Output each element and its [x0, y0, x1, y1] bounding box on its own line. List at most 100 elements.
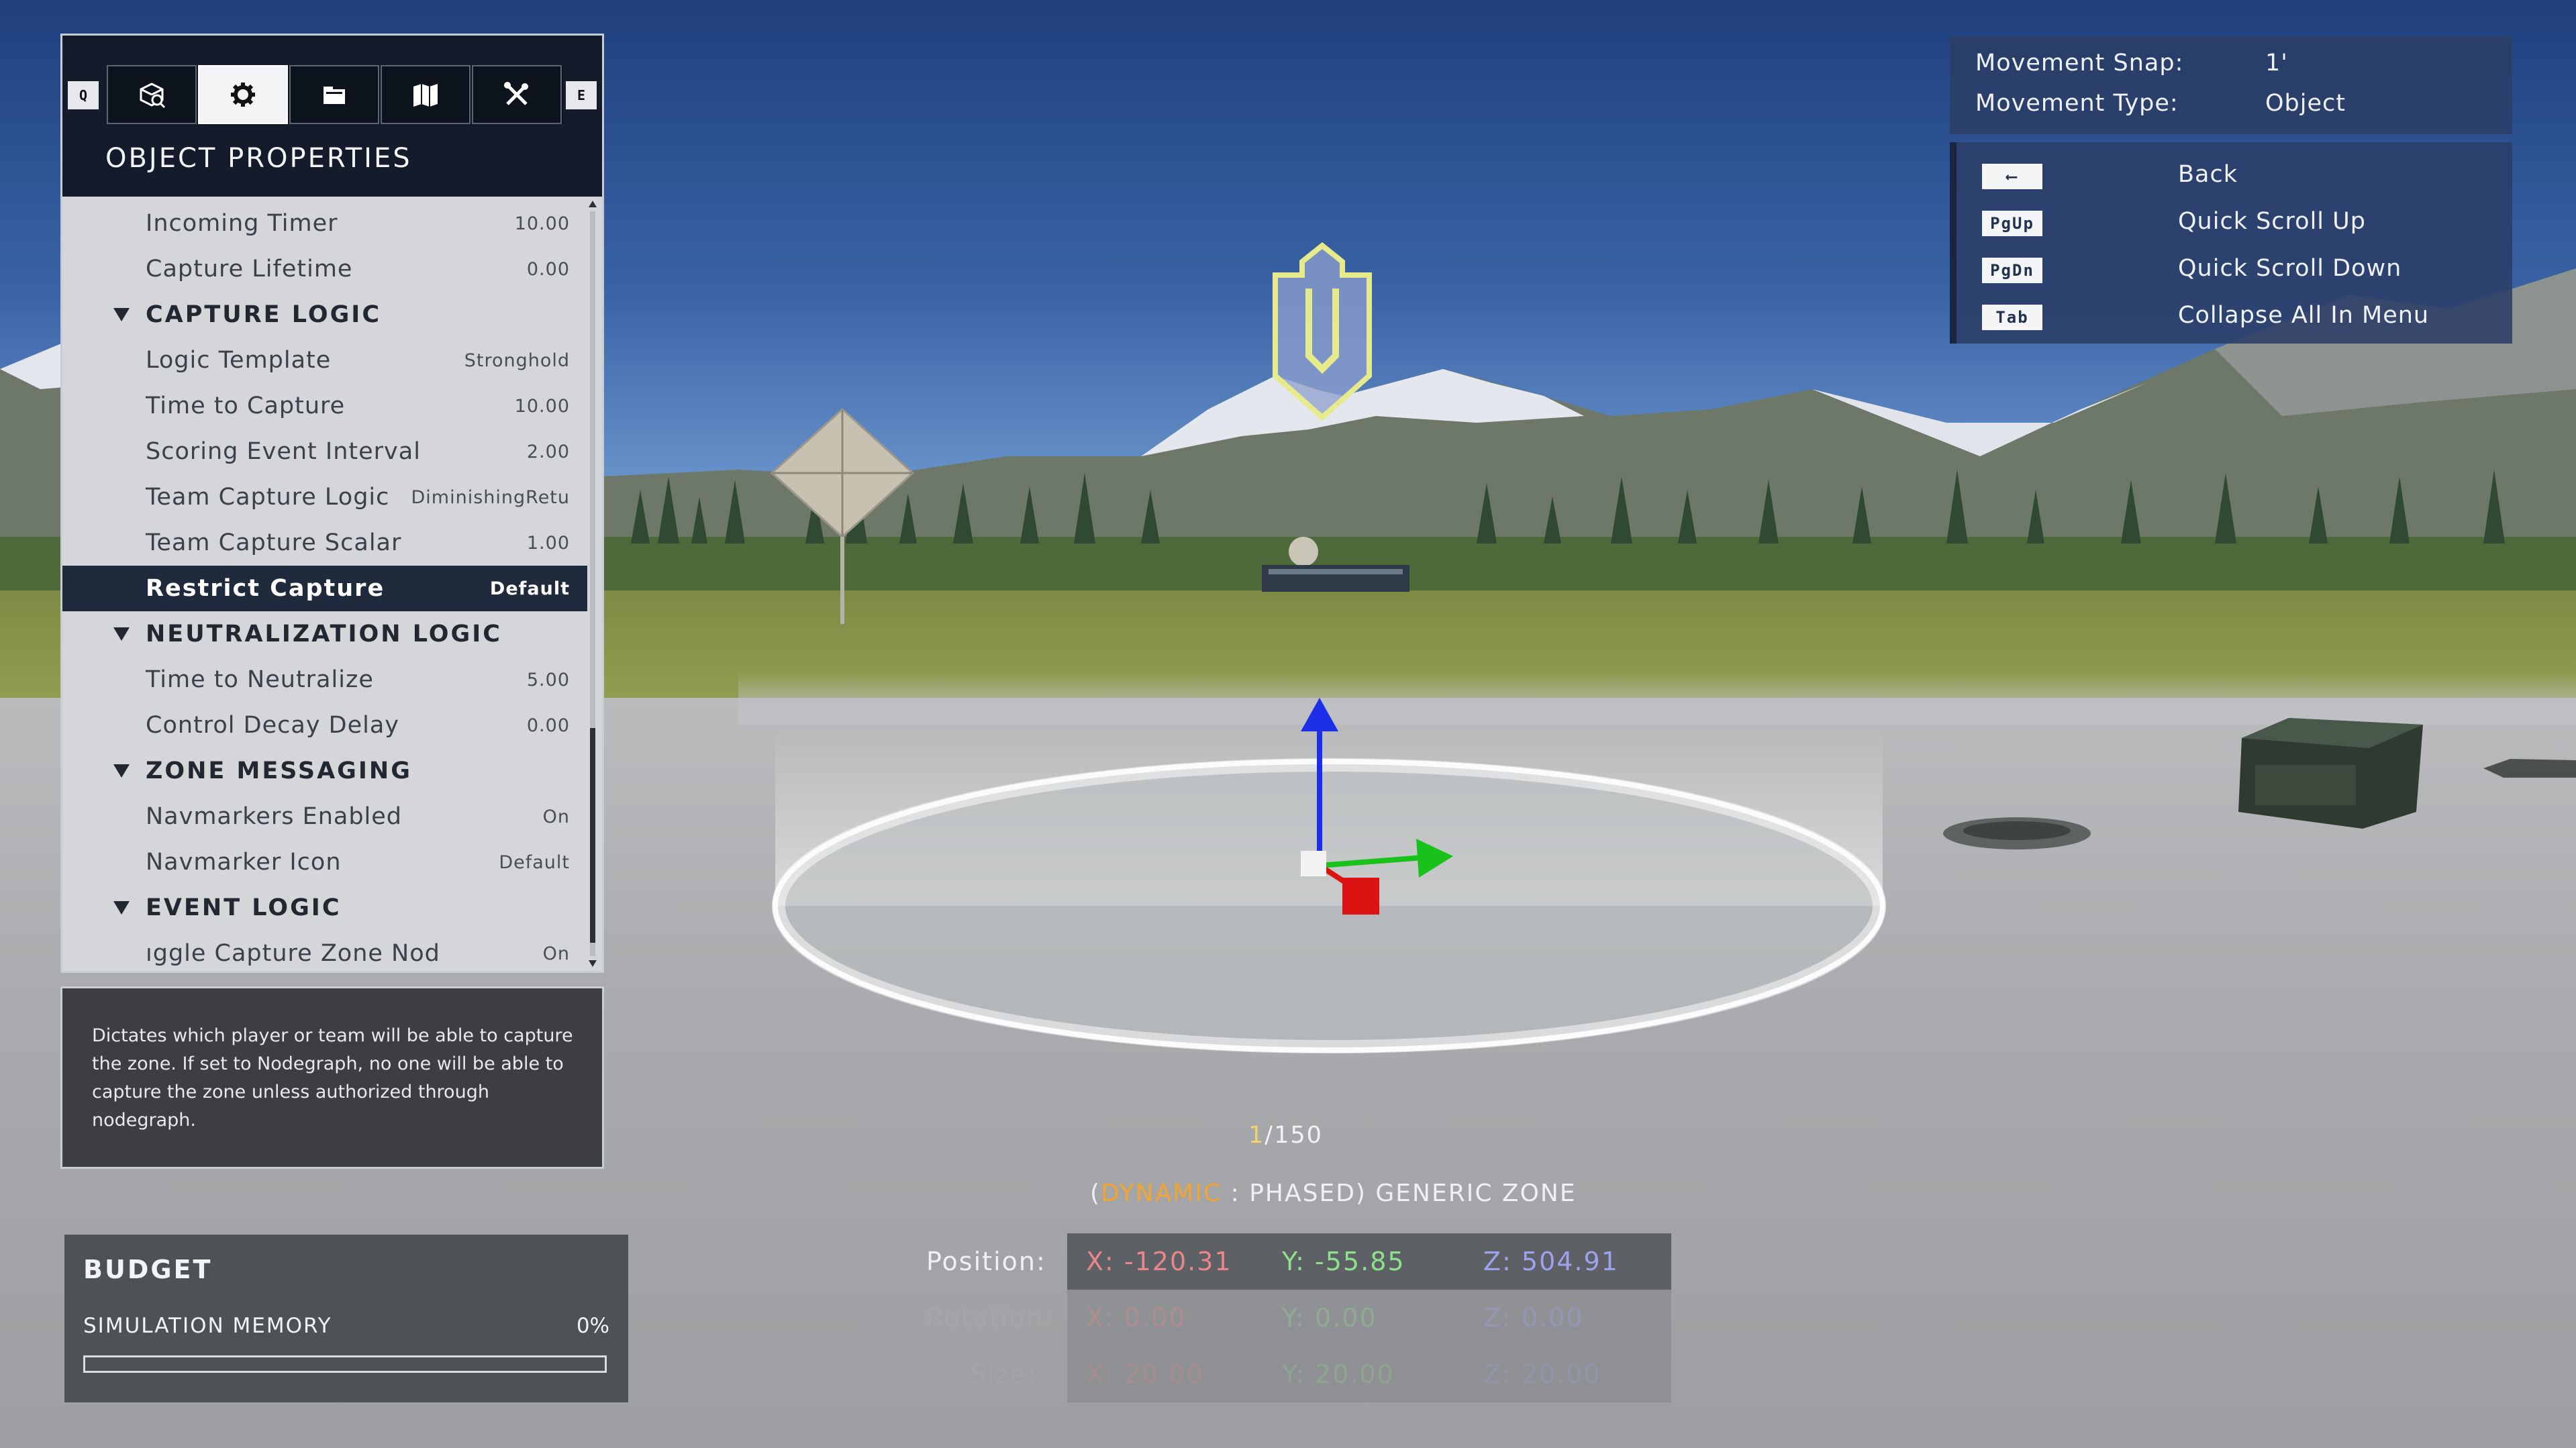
object-index-counter: 1/150	[1248, 1122, 1323, 1149]
property-label: Incoming Timer	[146, 210, 338, 237]
tab-map-settings[interactable]	[381, 65, 470, 124]
pgup-key-icon: PgUp	[1982, 211, 2042, 236]
property-row[interactable]: Restrict Capture Default	[62, 566, 587, 611]
property-label: Scoring Event Interval	[146, 438, 421, 465]
property-value: 0.00	[526, 258, 570, 280]
property-value: 10.00	[514, 395, 570, 417]
shortcut-label: Back	[2178, 161, 2238, 188]
object-properties-panel: Q E OBJECT PROPERTIES Incoming Timer 10.…	[60, 34, 604, 973]
tab-object-properties[interactable]	[198, 65, 288, 124]
movement-settings-panel: Movement Snap: 1' Movement Type: Object	[1950, 36, 2512, 134]
tab-object-browser[interactable]	[107, 65, 197, 124]
property-section-header[interactable]: NEUTRALIZATION LOGIC	[62, 611, 587, 657]
spawn-pad	[1943, 817, 2091, 849]
tab-tools[interactable]	[472, 65, 562, 124]
back-key-icon: ⟵	[1982, 164, 2042, 189]
simulation-memory-bar	[83, 1355, 607, 1373]
property-row[interactable]: Time to Capture 10.00	[62, 383, 587, 429]
properties-scrollbar[interactable]	[590, 211, 595, 956]
property-label: Control Decay Delay	[146, 712, 400, 739]
property-row[interactable]: Logic Template Stronghold	[62, 338, 587, 383]
property-label: Team Capture Logic	[146, 484, 390, 511]
property-row[interactable]: Incoming Timer 10.00	[62, 201, 587, 246]
position-label: Position:	[926, 1247, 1046, 1276]
simulation-memory-percent: 0%	[576, 1314, 609, 1338]
property-value: On	[542, 806, 570, 827]
shortcut-quick-scroll-down[interactable]: PgDn Quick Scroll Down	[1956, 247, 2512, 294]
property-row[interactable]: Scoring Event Interval 2.00	[62, 429, 587, 474]
property-row[interactable]: Navmarker Icon Default	[62, 839, 587, 885]
collapse-caret-icon[interactable]	[113, 627, 130, 641]
scroll-up-arrow-icon[interactable]	[589, 201, 597, 207]
property-row[interactable]: Team Capture Scalar 1.00	[62, 520, 587, 566]
property-value: Default	[499, 851, 570, 873]
properties-list[interactable]: Incoming Timer 10.00 Capture Lifetime 0.00 C…	[62, 197, 602, 971]
property-section-header[interactable]: CAPTURE LOGIC	[62, 292, 587, 338]
gear-icon	[231, 83, 255, 107]
property-label: Logic Template	[146, 347, 332, 374]
property-label: ıggle Capture Zone Nod	[146, 940, 440, 967]
collapse-caret-icon[interactable]	[113, 764, 130, 778]
object-index-current: 1	[1248, 1122, 1265, 1149]
property-value: 2.00	[526, 441, 570, 462]
collapse-caret-icon[interactable]	[113, 308, 130, 321]
movement-type-value: Object	[2265, 90, 2346, 117]
transform-readout: Position: X: -120.31 Y: -55.85 Z: 504.91…	[926, 1233, 1671, 1402]
property-row[interactable]: Team Capture Logic DiminishingRetu	[62, 474, 587, 520]
movement-type-label: Movement Type:	[1975, 90, 2179, 117]
property-section-header[interactable]: EVENT LOGIC	[62, 885, 587, 931]
tab-folders[interactable]	[289, 65, 379, 124]
collapse-caret-icon[interactable]	[113, 901, 130, 915]
property-label: CAPTURE LOGIC	[146, 301, 382, 328]
property-description-panel: Dictates which player or team will be ab…	[60, 986, 604, 1169]
property-section-header[interactable]: ZONE MESSAGING	[62, 748, 587, 794]
shortcut-collapse-all[interactable]: Tab Collapse All In Menu	[1956, 294, 2512, 341]
shortcut-hints-panel: ⟵ Back PgUp Quick Scroll Up PgDn Quick S…	[1950, 142, 2512, 344]
shortcut-back[interactable]: ⟵ Back	[1956, 153, 2512, 200]
tools-icon	[504, 82, 528, 105]
property-value: 1.00	[526, 532, 570, 554]
property-row[interactable]: Capture Lifetime 0.00	[62, 246, 587, 292]
transform-gizmo[interactable]	[1275, 698, 1490, 933]
property-row[interactable]: Control Decay Delay 0.00	[62, 703, 587, 748]
rotation-z: Z: 0.00	[1483, 1303, 1584, 1333]
position-row[interactable]: X: -120.31 Y: -55.85 Z: 504.91	[1067, 1233, 1671, 1290]
rotation-row[interactable]: X: 0.00 Y: 0.00 Z: 0.00	[1067, 1290, 1671, 1346]
shortcut-label: Quick Scroll Up	[2178, 208, 2366, 235]
shortcut-quick-scroll-up[interactable]: PgUp Quick Scroll Up	[1956, 200, 2512, 247]
property-label: Restrict Capture	[146, 575, 385, 602]
scrollbar-thumb[interactable]	[590, 728, 595, 943]
panel-header: Q E OBJECT PROPERTIES	[62, 36, 602, 197]
property-label: Team Capture Scalar	[146, 529, 402, 556]
property-label: Capture Lifetime	[146, 256, 353, 282]
budget-panel: BUDGET SIMULATION MEMORY 0%	[64, 1235, 628, 1402]
property-value: 0.00	[526, 715, 570, 736]
object-dynamic-tag: DYNAMIC	[1101, 1180, 1222, 1207]
shortcut-label: Quick Scroll Down	[2178, 255, 2402, 282]
size-row[interactable]: X: 20.00 Y: 20.00 Z: 20.00	[1067, 1346, 1671, 1402]
scroll-down-arrow-icon[interactable]	[589, 960, 597, 967]
property-label: ZONE MESSAGING	[146, 758, 412, 784]
size-z: Z: 20.00	[1483, 1359, 1601, 1389]
property-label: EVENT LOGIC	[146, 894, 342, 921]
property-label: Time to Neutralize	[146, 666, 374, 693]
supply-crate	[2238, 718, 2423, 829]
property-label: NEUTRALIZATION LOGIC	[146, 621, 502, 648]
position-z: Z: 504.91	[1483, 1247, 1619, 1276]
simulation-memory-label: SIMULATION MEMORY	[83, 1314, 332, 1338]
object-browser-icon	[140, 83, 166, 109]
movement-snap-label: Movement Snap:	[1975, 50, 2184, 76]
property-label: Time to Capture	[146, 393, 346, 419]
rotation-x: X: 0.00	[1086, 1303, 1187, 1333]
property-row[interactable]: ıggle Capture Zone Nod On	[62, 931, 587, 971]
size-x: X: 20.00	[1086, 1359, 1204, 1389]
property-row[interactable]: Navmarkers Enabled On	[62, 794, 587, 839]
property-row[interactable]: Time to Neutralize 5.00	[62, 657, 587, 703]
waypoint-diamond-marker	[770, 407, 915, 624]
object-index-total: /150	[1265, 1122, 1323, 1149]
next-tab-key-hint: E	[566, 81, 597, 109]
property-value: Default	[489, 578, 570, 599]
movement-snap-value: 1'	[2265, 50, 2288, 76]
property-value: DiminishingRetu	[411, 486, 570, 508]
shortcut-label: Collapse All In Menu	[2178, 302, 2430, 329]
